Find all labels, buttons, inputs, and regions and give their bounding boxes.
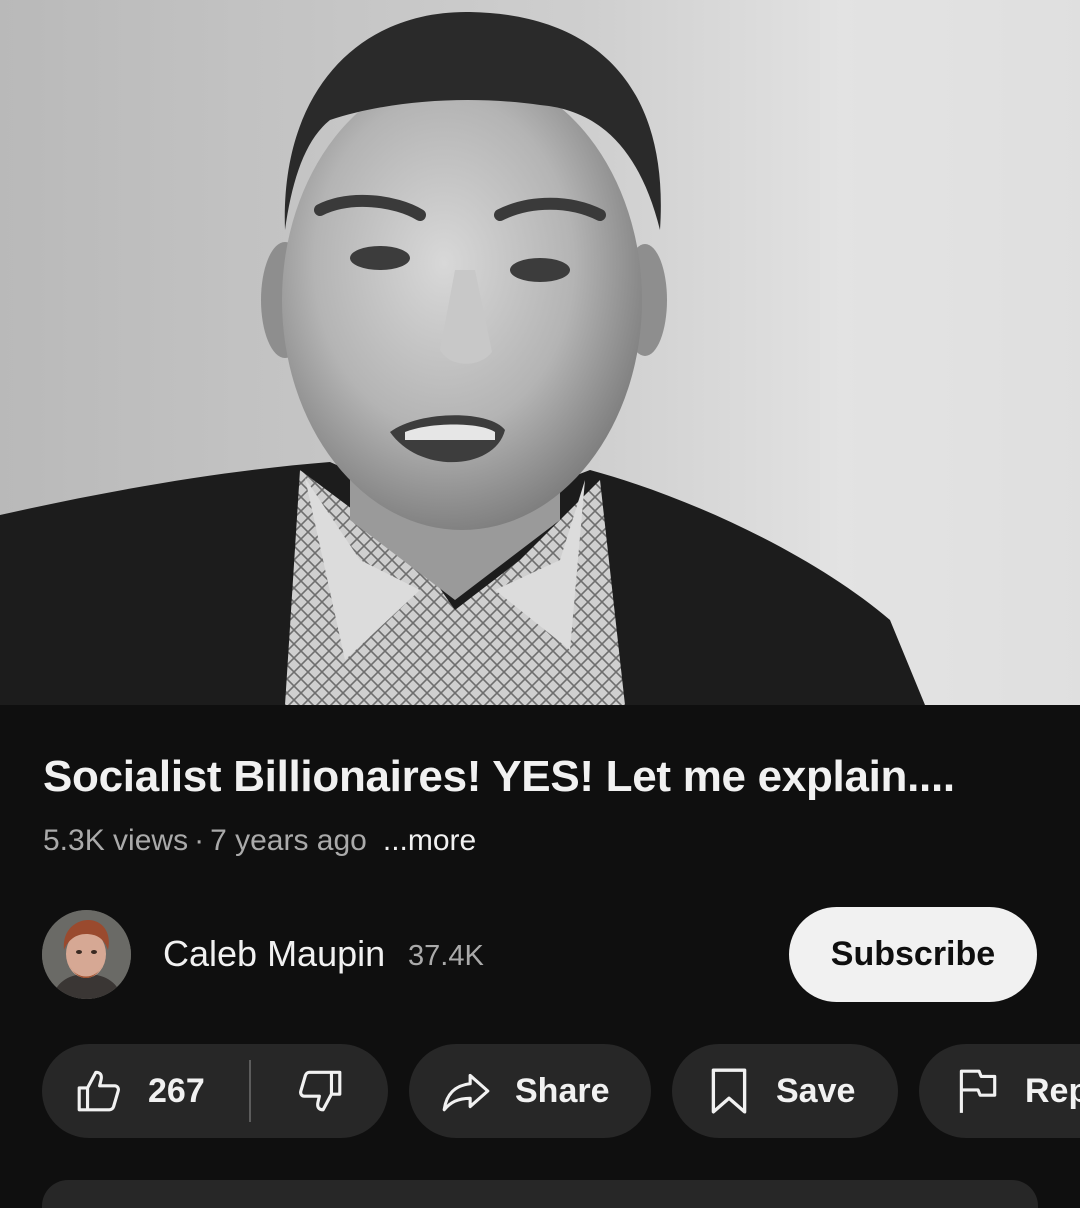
like-button[interactable]: 267 (42, 1044, 250, 1138)
video-title[interactable]: Socialist Billionaires! YES! Let me expl… (43, 752, 1043, 802)
view-count: 5.3K views (43, 824, 189, 857)
share-label: Share (515, 1071, 610, 1110)
thumbs-up-icon (77, 1070, 120, 1112)
share-arrow-icon (442, 1073, 490, 1112)
like-dislike-group: 267 (42, 1044, 388, 1138)
subscribe-button[interactable]: Subscribe (789, 907, 1037, 1002)
video-watch-page: Socialist Billionaires! YES! Let me expl… (0, 0, 1080, 1208)
channel-avatar[interactable] (42, 910, 131, 999)
flag-icon (959, 1069, 997, 1113)
avatar-image (42, 910, 131, 999)
dislike-button[interactable] (251, 1044, 388, 1138)
thumbs-down-icon (298, 1070, 341, 1112)
meta-separator: · (194, 824, 205, 857)
more-link[interactable]: ...more (383, 824, 476, 857)
video-meta[interactable]: 5.3K views · 7 years ago ...more (43, 824, 476, 858)
subscriber-count: 37.4K (408, 940, 484, 972)
like-count: 267 (148, 1071, 205, 1110)
video-frame-image (0, 0, 1080, 705)
save-label: Save (776, 1071, 856, 1110)
upload-age: 7 years ago (210, 824, 367, 857)
bookmark-icon (711, 1068, 747, 1114)
share-button[interactable]: Share (409, 1044, 651, 1138)
report-button[interactable]: Report (919, 1044, 1080, 1138)
video-player[interactable] (0, 0, 1080, 705)
comments-preview-card[interactable] (42, 1180, 1038, 1208)
channel-name[interactable]: Caleb Maupin (163, 933, 385, 975)
save-button[interactable]: Save (672, 1044, 898, 1138)
report-label: Report (1025, 1071, 1080, 1110)
